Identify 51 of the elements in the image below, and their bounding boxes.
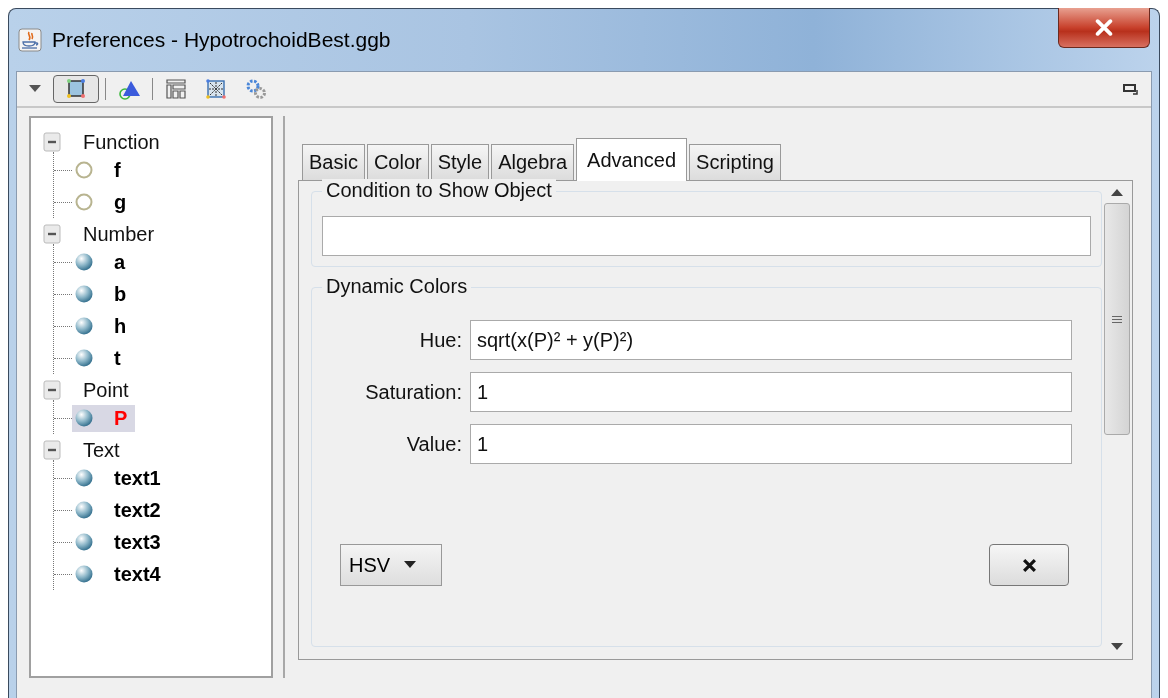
toolbar-button[interactable] [53, 75, 99, 103]
collapse-icon[interactable] [43, 132, 61, 152]
close-icon [1021, 557, 1037, 573]
close-button[interactable] [1058, 8, 1150, 48]
color-model-dropdown[interactable]: HSV [340, 544, 442, 586]
tab[interactable]: Basic [302, 144, 365, 180]
tree-item[interactable]: text1 [72, 464, 169, 492]
scroll-up-icon[interactable] [1111, 189, 1123, 197]
scrollbar-thumb[interactable] [1104, 203, 1130, 435]
tree-item[interactable]: t [72, 344, 129, 372]
graphics-view-icon [64, 77, 88, 101]
tree-item[interactable]: g [72, 188, 135, 216]
color-input-field[interactable]: sqrt(x(P)² + y(P)²) [470, 320, 1072, 360]
collapse-icon[interactable] [43, 440, 61, 460]
tab[interactable]: Scripting [689, 144, 781, 180]
color-input-field[interactable]: 1 [470, 424, 1072, 464]
tree-category[interactable]: Point [83, 378, 129, 402]
tree-category[interactable]: Number [83, 222, 155, 246]
collapse-icon[interactable] [43, 380, 61, 400]
tab[interactable]: Color [366, 144, 429, 180]
tree-category[interactable]: Function [83, 130, 160, 154]
tab[interactable]: Advanced [576, 138, 688, 181]
field-label: Saturation: [364, 380, 462, 404]
tree-item[interactable]: f [72, 156, 129, 184]
field-label: Hue: [418, 328, 462, 352]
collapse-icon[interactable] [43, 224, 61, 244]
restore-icon[interactable] [1123, 83, 1139, 95]
tab[interactable]: Style [430, 144, 490, 180]
condition-field[interactable] [322, 216, 1091, 256]
close-icon [1093, 19, 1115, 36]
grid-icon [204, 77, 228, 101]
window-title: Preferences - HypotrochoidBest.ggb [52, 28, 391, 52]
tree-item[interactable]: text2 [72, 496, 169, 524]
caret-icon [404, 561, 417, 569]
layout-icon [164, 77, 188, 101]
tree-item[interactable]: a [72, 248, 134, 276]
field-label: Value: [405, 432, 462, 456]
group-title: Dynamic Colors [322, 275, 472, 298]
dropdown-arrow-icon[interactable] [29, 85, 41, 93]
color-input-field[interactable]: 1 [470, 372, 1072, 412]
group-title: Condition to Show Object [322, 179, 556, 202]
tree-item[interactable]: text3 [72, 528, 169, 556]
java-cup-icon [18, 28, 42, 52]
tree-item[interactable]: h [72, 312, 135, 340]
gears-icon [244, 77, 268, 101]
tab[interactable]: Algebra [491, 144, 575, 180]
tree-item[interactable]: text4 [72, 560, 169, 588]
tree-item[interactable]: b [72, 280, 135, 308]
tree-category[interactable]: Text [83, 438, 120, 462]
scroll-down-icon[interactable] [1111, 643, 1123, 651]
clear-button[interactable] [989, 544, 1069, 586]
